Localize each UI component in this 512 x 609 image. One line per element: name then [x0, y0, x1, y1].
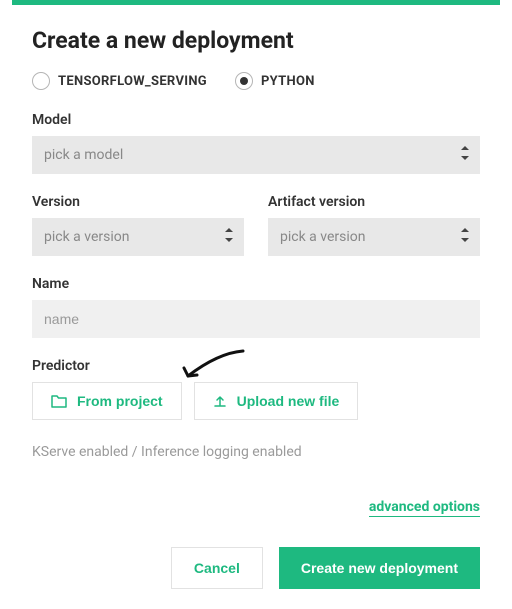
- serving-type-radio-group: TENSORFLOW_SERVING PYTHON: [32, 72, 480, 90]
- from-project-button[interactable]: From project: [32, 382, 182, 420]
- radio-label: PYTHON: [261, 74, 315, 89]
- dialog-body: Create a new deployment TENSORFLOW_SERVI…: [0, 5, 512, 609]
- predictor-label: Predictor: [32, 358, 480, 374]
- select-placeholder: pick a model: [44, 147, 123, 163]
- name-input[interactable]: [32, 300, 480, 338]
- artifact-version-label: Artifact version: [268, 194, 480, 210]
- folder-icon: [51, 394, 67, 408]
- dialog-footer: Cancel Create new deployment: [32, 547, 480, 589]
- name-label: Name: [32, 276, 480, 292]
- page-title: Create a new deployment: [32, 27, 480, 54]
- cancel-button[interactable]: Cancel: [171, 547, 263, 589]
- predictor-field: Predictor From project Upload new file: [32, 358, 480, 420]
- upload-icon: [213, 394, 227, 408]
- version-select[interactable]: pick a version: [32, 218, 244, 256]
- chevron-updown-icon: [460, 146, 470, 164]
- select-placeholder: pick a version: [280, 229, 365, 245]
- advanced-options-link[interactable]: advanced options: [369, 499, 480, 517]
- button-label: Upload new file: [237, 393, 340, 409]
- name-field: Name: [32, 276, 480, 338]
- radio-checked-icon: [235, 72, 253, 90]
- radio-python[interactable]: PYTHON: [235, 72, 315, 90]
- version-label: Version: [32, 194, 244, 210]
- radio-label: TENSORFLOW_SERVING: [58, 74, 207, 89]
- chevron-updown-icon: [460, 228, 470, 246]
- version-row: Version pick a version Artifact version …: [32, 194, 480, 256]
- upload-new-file-button[interactable]: Upload new file: [194, 382, 359, 420]
- model-label: Model: [32, 112, 480, 128]
- status-text: KServe enabled / Inference logging enabl…: [32, 444, 480, 460]
- predictor-buttons: From project Upload new file: [32, 382, 480, 420]
- advanced-options-row: advanced options: [32, 496, 480, 515]
- select-placeholder: pick a version: [44, 229, 129, 245]
- model-field: Model pick a model: [32, 112, 480, 174]
- version-field: Version pick a version: [32, 194, 244, 256]
- artifact-version-field: Artifact version pick a version: [268, 194, 480, 256]
- create-deployment-button[interactable]: Create new deployment: [279, 547, 480, 589]
- radio-tensorflow-serving[interactable]: TENSORFLOW_SERVING: [32, 72, 207, 90]
- chevron-updown-icon: [224, 228, 234, 246]
- artifact-version-select[interactable]: pick a version: [268, 218, 480, 256]
- radio-unchecked-icon: [32, 72, 50, 90]
- button-label: From project: [77, 393, 163, 409]
- model-select[interactable]: pick a model: [32, 136, 480, 174]
